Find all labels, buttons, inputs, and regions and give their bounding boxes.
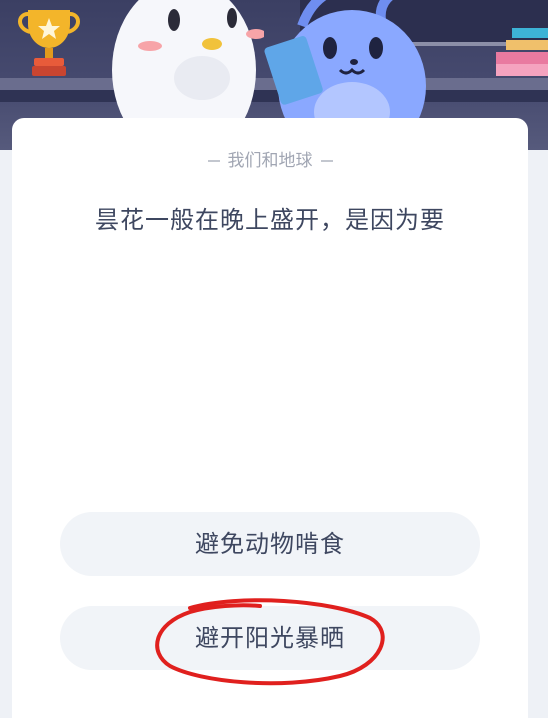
question-text: 昙花一般在晚上盛开，是因为要 — [95, 206, 445, 234]
trophy-icon — [18, 10, 80, 76]
answer-option-1[interactable]: 避免动物啃食 — [60, 512, 480, 576]
books-icon — [496, 28, 548, 76]
category-dash-left — [207, 160, 220, 162]
category-text: 我们和地球 — [227, 151, 313, 171]
answer-option-2[interactable]: 避开阳光暴晒 — [60, 606, 480, 670]
quiz-card: 我们和地球 昙花一般在晚上盛开，是因为要 避免动物啃食 避开阳光暴晒 — [12, 118, 528, 718]
category-label: 我们和地球 — [12, 146, 528, 171]
category-dash-right — [320, 160, 333, 162]
